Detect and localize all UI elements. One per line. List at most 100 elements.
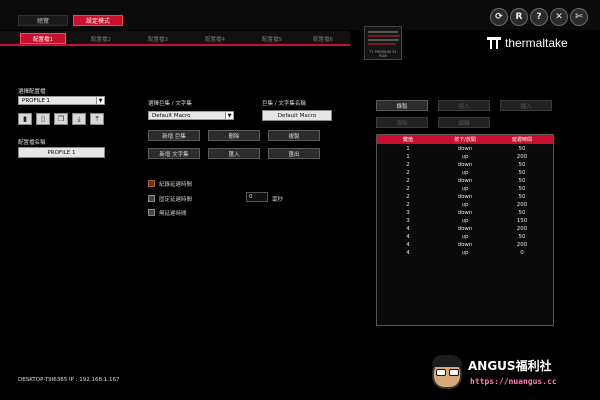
export-macro-button[interactable]: 匯出 (268, 148, 320, 159)
table-row[interactable]: 4 down 200 (377, 225, 553, 233)
delete-macro-button[interactable]: 刪除 (208, 130, 260, 141)
tab-profile-6[interactable]: 配置檔6 (300, 33, 346, 44)
import-icon: ⤓ (77, 114, 81, 123)
table-row[interactable]: 2 down 50 (377, 177, 553, 185)
cell-delay: 50 (518, 234, 526, 240)
save-profile-button[interactable]: ▮ (18, 113, 32, 125)
macro-select-label: 選擇巨集 / 文字集 (148, 101, 192, 107)
cell-key: 2 (406, 194, 410, 200)
copy-profile-button[interactable]: ❐ (54, 113, 68, 125)
cell-key: 1 (406, 146, 410, 152)
fixed-delay-checkbox[interactable] (148, 195, 155, 202)
fixed-delay-label: 固定延遲時間 (159, 197, 193, 203)
cell-delay: 50 (518, 186, 526, 192)
export-profile-button[interactable]: ⤒ (90, 113, 104, 125)
column-header-action: 按下/放開 (454, 137, 476, 143)
table-row[interactable]: 2 up 200 (377, 201, 553, 209)
record-delay-checkbox[interactable] (148, 180, 155, 187)
cell-delay: 50 (518, 210, 526, 216)
table-row[interactable]: 1 down 50 (377, 145, 553, 153)
close-icon: ✕ (555, 12, 563, 22)
table-row[interactable]: 2 up 50 (377, 169, 553, 177)
no-delay-label: 無延遲時間 (159, 211, 187, 217)
copy-icon: ❐ (57, 115, 65, 123)
tab-profile-3[interactable]: 配置檔3 (135, 33, 181, 44)
copy-macro-button[interactable]: 複製 (268, 130, 320, 141)
brand-logo: thermaltake (487, 36, 568, 50)
watermark: ANGUS福利社 https://nuangus.cc (428, 355, 598, 395)
edit-button[interactable]: 編輯 (438, 117, 490, 128)
tab-profile-1[interactable]: 配置檔1 (20, 33, 66, 44)
import-macro-button[interactable]: 匯入 (208, 148, 260, 159)
cell-key: 1 (406, 154, 410, 160)
macro-name-input[interactable]: Default Macro (262, 110, 332, 121)
table-row[interactable]: 1 up 200 (377, 153, 553, 161)
new-textset-button[interactable]: 新增 文字集 (148, 148, 200, 159)
macro-select[interactable]: Default Macro ▼ (148, 111, 234, 120)
tools-icon: ✄ (575, 12, 583, 22)
profile-name-input[interactable]: PROFILE 1 (18, 147, 105, 158)
cell-action: up (461, 154, 469, 160)
import-profile-button[interactable]: ⤓ (72, 113, 86, 125)
macro-event-table: 鍵值 按下/放開 延遲時間 1 down 50 1 up 200 2 down 50 2 up… (376, 134, 554, 326)
table-row[interactable]: 4 up 50 (377, 233, 553, 241)
watermark-url: https://nuangus.cc (470, 377, 557, 386)
cell-action: down (457, 226, 473, 232)
cell-action: down (457, 178, 473, 184)
column-header-delay: 延遲時間 (511, 137, 532, 143)
tab-overview[interactable]: 總覽 (18, 15, 68, 26)
thermaltake-logo-icon (487, 37, 501, 49)
table-header: 鍵值 按下/放開 延遲時間 (377, 135, 553, 144)
save-icon: ▮ (23, 115, 27, 123)
clear-button[interactable]: 清除 (376, 117, 428, 128)
cell-action: down (457, 194, 473, 200)
cell-key: 3 (406, 210, 410, 216)
no-delay-checkbox[interactable] (148, 209, 155, 216)
tab-profile-2[interactable]: 配置檔2 (78, 33, 124, 44)
record-button[interactable]: 錄製 (376, 100, 428, 111)
table-row[interactable]: 4 up 0 (377, 249, 553, 257)
table-row[interactable]: 2 down 50 (377, 161, 553, 169)
tab-profile-5[interactable]: 配置檔5 (249, 33, 295, 44)
tab-profile-4[interactable]: 配置檔4 (192, 33, 238, 44)
chevron-down-icon: ▼ (225, 112, 233, 119)
cell-action: up (461, 218, 469, 224)
delete-profile-button[interactable]: ▯ (36, 113, 50, 125)
cell-action: up (461, 202, 469, 208)
cell-key: 4 (406, 226, 410, 232)
cell-key: 2 (406, 162, 410, 168)
table-row[interactable]: 3 up 150 (377, 217, 553, 225)
keyboard-icon (368, 31, 398, 33)
keyboard-row (368, 35, 400, 37)
insert-button-2[interactable]: 插入 (500, 100, 552, 111)
cell-action: down (457, 146, 473, 152)
help-button[interactable]: ? (530, 8, 548, 26)
refresh-button[interactable]: ⟳ (490, 8, 508, 26)
delay-input[interactable]: 0 (246, 192, 268, 202)
device-caption: TT PREMIUM X1 RGB (369, 50, 397, 58)
insert-button[interactable]: 插入 (438, 100, 490, 111)
table-row[interactable]: 4 down 200 (377, 241, 553, 249)
reset-button[interactable]: R (510, 8, 528, 26)
cell-action: up (461, 234, 469, 240)
chevron-down-icon: ▼ (96, 97, 104, 104)
table-row[interactable]: 3 down 50 (377, 209, 553, 217)
close-button[interactable]: ✕ (550, 8, 568, 26)
cell-delay: 200 (516, 226, 528, 232)
tab-settings-mode[interactable]: 設定模式 (73, 15, 123, 26)
device-thumbnail[interactable]: TT PREMIUM X1 RGB (364, 26, 402, 60)
cell-delay: 200 (516, 202, 528, 208)
tools-button[interactable]: ✄ (570, 8, 588, 26)
cell-delay: 50 (518, 170, 526, 176)
new-macro-button[interactable]: 新增 巨集 (148, 130, 200, 141)
table-row[interactable]: 2 up 50 (377, 185, 553, 193)
profile-select[interactable]: PROFILE 1 ▼ (18, 96, 105, 105)
table-row[interactable]: 2 down 50 (377, 193, 553, 201)
cell-key: 4 (406, 250, 410, 256)
cell-key: 2 (406, 186, 410, 192)
cell-key: 4 (406, 242, 410, 248)
column-header-key: 鍵值 (402, 137, 413, 143)
mascot-glasses-icon (449, 369, 459, 376)
cell-action: down (457, 242, 473, 248)
brand-name: thermaltake (505, 36, 568, 50)
